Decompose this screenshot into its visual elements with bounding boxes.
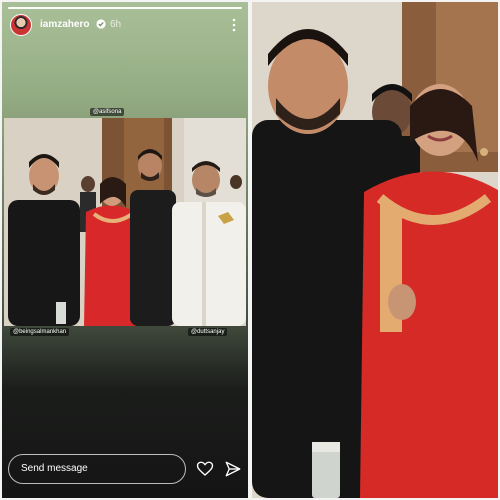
profile-avatar[interactable] — [10, 14, 32, 36]
zoomed-photo — [252, 2, 498, 498]
verified-badge-icon — [96, 19, 106, 29]
more-options-icon[interactable] — [228, 17, 240, 33]
send-message-placeholder: Send message — [21, 463, 88, 474]
story-username[interactable]: iamzahero — [40, 19, 89, 30]
story-timestamp: 6h — [110, 19, 122, 30]
send-message-input[interactable]: Send message — [8, 454, 186, 484]
instagram-story: iamzahero 6h @asifsona @beingsalmankhan … — [2, 2, 248, 498]
send-icon[interactable] — [224, 460, 242, 478]
mention-tag-top[interactable]: @asifsona — [90, 108, 125, 116]
story-header: iamzahero 6h — [10, 14, 242, 36]
mention-tag-left[interactable]: @beingsalmankhan — [10, 328, 70, 336]
mention-tag-right[interactable]: @duttsanjay — [188, 328, 228, 336]
heart-icon[interactable] — [196, 460, 214, 478]
story-photo — [4, 118, 246, 326]
collage: iamzahero 6h @asifsona @beingsalmankhan … — [0, 0, 500, 500]
story-progress-bar — [8, 7, 242, 9]
